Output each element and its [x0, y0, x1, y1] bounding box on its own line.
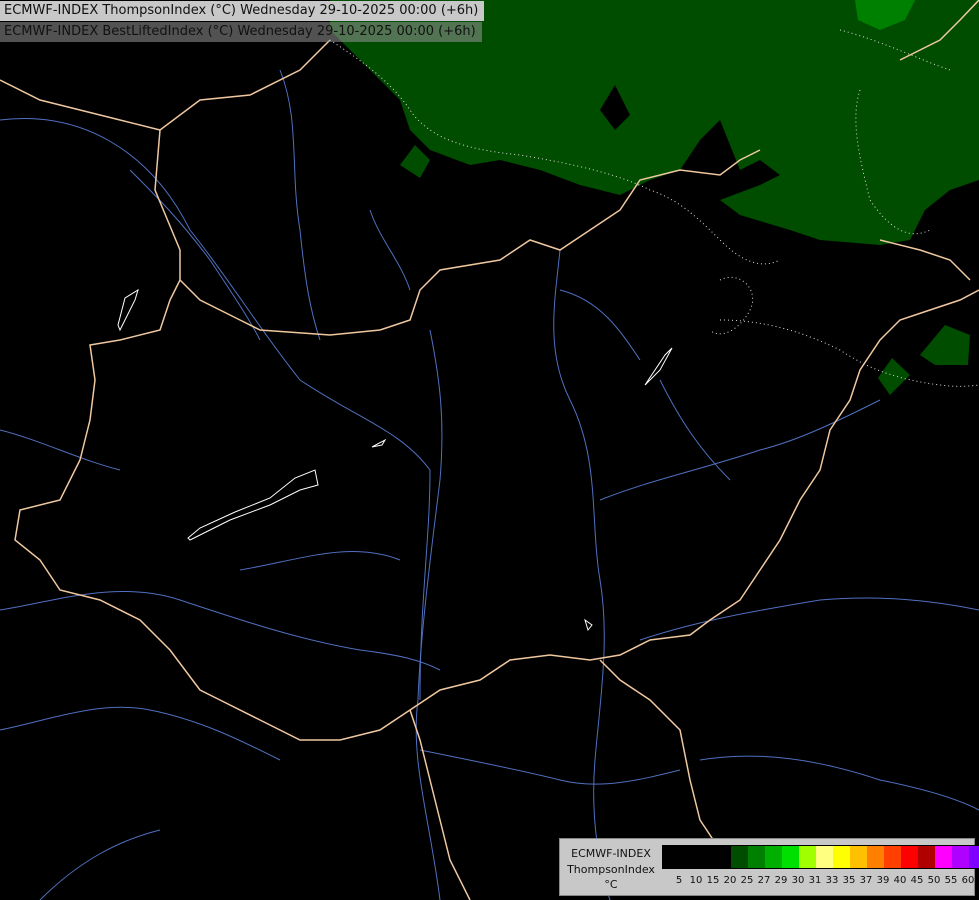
legend-color-bar — [662, 845, 979, 869]
legend-swatch — [969, 846, 979, 868]
legend-swatch — [833, 846, 850, 868]
legend-tick: 35 — [842, 875, 856, 886]
legend-swatch — [884, 846, 901, 868]
weather-map[interactable] — [0, 0, 979, 900]
legend-swatch — [663, 846, 680, 868]
legend-swatch — [901, 846, 918, 868]
legend-tick: 29 — [774, 875, 788, 886]
legend-swatch — [765, 846, 782, 868]
legend-tick: 40 — [893, 875, 907, 886]
legend-tick: 33 — [825, 875, 839, 886]
legend-swatch — [952, 846, 969, 868]
legend-model: ECMWF-INDEX — [571, 847, 651, 860]
legend-tick: 10 — [689, 875, 703, 886]
legend-unit: °C — [604, 878, 618, 891]
legend-tick: 39 — [876, 875, 890, 886]
legend-tick: 45 — [910, 875, 924, 886]
legend-tick: 15 — [706, 875, 720, 886]
color-legend: ECMWF-INDEX ThompsonIndex °C 5 10 15 20 25 27… — [559, 838, 979, 896]
legend-swatch — [731, 846, 748, 868]
legend-tick: 37 — [859, 875, 873, 886]
title-best-lifted-index: ECMWF-INDEX BestLiftedIndex (°C) Wednesd… — [0, 22, 482, 42]
legend-tick: 31 — [808, 875, 822, 886]
legend-swatch — [782, 846, 799, 868]
legend-swatch — [714, 846, 731, 868]
legend-tick: 5 — [675, 875, 683, 886]
legend-swatch — [850, 846, 867, 868]
legend-tick: 60 — [961, 875, 975, 886]
legend-tick: 25 — [740, 875, 754, 886]
legend-tick: 55 — [944, 875, 958, 886]
legend-tick: 20 — [723, 875, 737, 886]
legend-swatch — [799, 846, 816, 868]
title-thompson-index: ECMWF-INDEX ThompsonIndex (°C) Wednesday… — [0, 1, 485, 21]
legend-parameter: ThompsonIndex — [567, 863, 655, 876]
legend-swatch — [918, 846, 935, 868]
legend-tick-labels: 5 10 15 20 25 27 29 30 31 33 35 37 39 40 45 50 55 60 — [662, 875, 975, 889]
legend-tick: 27 — [757, 875, 771, 886]
legend-swatch — [748, 846, 765, 868]
legend-swatch — [816, 846, 833, 868]
legend-swatch — [697, 846, 714, 868]
legend-tick: 30 — [791, 875, 805, 886]
legend-swatch — [680, 846, 697, 868]
legend-swatch — [867, 846, 884, 868]
legend-tick: 50 — [927, 875, 941, 886]
legend-swatch — [935, 846, 952, 868]
